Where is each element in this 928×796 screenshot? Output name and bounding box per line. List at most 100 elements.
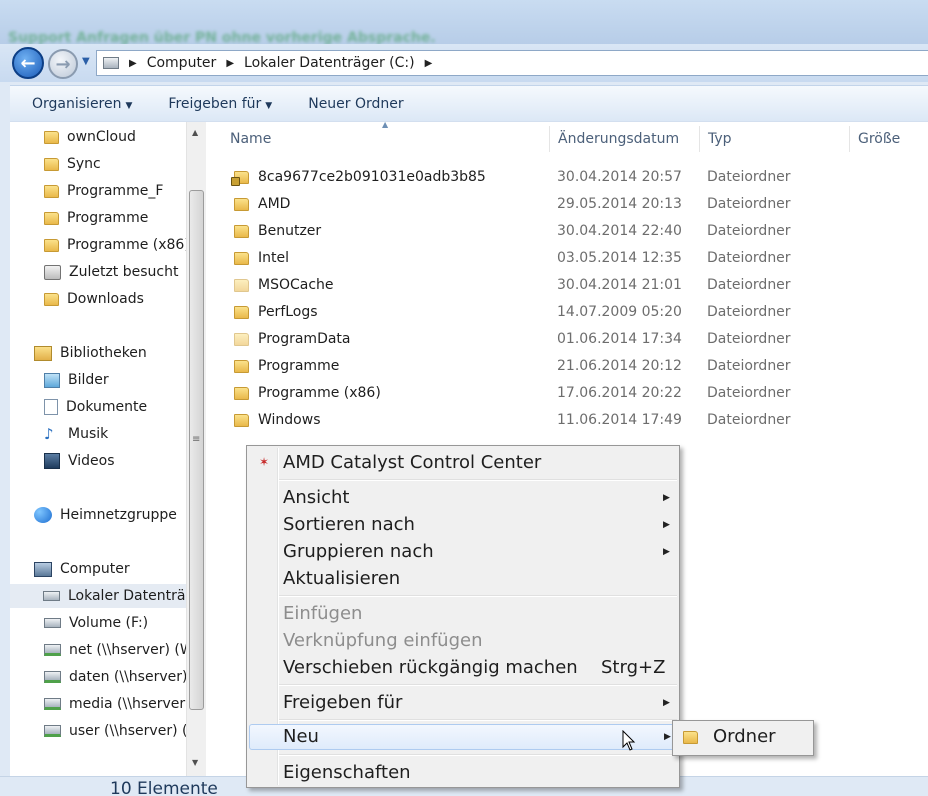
scroll-up-icon[interactable]: ▲ — [192, 128, 198, 137]
column-header-size[interactable]: Größe — [850, 126, 928, 152]
menu-item-share[interactable]: Freigeben für ▶ — [249, 690, 677, 716]
share-label: Freigeben für — [168, 95, 262, 112]
submenu-arrow-icon: ▶ — [663, 493, 670, 503]
sidebar-item-programme-x86[interactable]: Programme (x86) — [44, 233, 186, 257]
network-drive-icon — [44, 644, 61, 656]
sidebar-item-programme[interactable]: Programme — [44, 206, 148, 230]
menu-item-paste: Einfügen — [283, 603, 363, 624]
file-row[interactable]: Programme (x86) 17.06.2014 20:22 Dateiordn… — [228, 380, 828, 407]
hidden-folder-icon — [234, 279, 249, 292]
file-row[interactable]: MSOCache 30.04.2014 21:01 Dateiordner — [228, 272, 828, 299]
column-header-type[interactable]: Typ — [700, 126, 850, 152]
folder-icon — [44, 184, 59, 198]
new-folder-button[interactable]: Neuer Ordner — [308, 96, 403, 112]
scroll-down-icon[interactable]: ▼ — [192, 758, 198, 767]
folder-icon — [234, 306, 249, 319]
menu-item-refresh[interactable]: Aktualisieren — [249, 566, 677, 592]
sidebar-item-documents[interactable]: Dokumente — [44, 395, 147, 419]
context-menu: ✶ AMD Catalyst Control Center Ansicht ▶ So… — [246, 445, 680, 788]
menu-item-new[interactable]: Neu ▶ — [249, 724, 677, 750]
sidebar-item-programme-f[interactable]: Programme_F — [44, 179, 163, 203]
column-header-date[interactable]: Änderungsdatum — [550, 126, 700, 152]
file-row[interactable]: ProgramData 01.06.2014 17:34 Dateiordner — [228, 326, 828, 353]
file-date: 30.04.2014 21:01 — [557, 277, 682, 293]
navigation-pane: ownCloud Sync Programme_F Programme Prog… — [10, 122, 186, 776]
back-button[interactable]: ← — [12, 47, 44, 79]
sidebar-item-media-drive[interactable]: media (\\hserver) (Y:) — [44, 692, 186, 716]
sidebar-item-recent-places[interactable]: Zuletzt besucht — [44, 260, 178, 284]
folder-icon — [234, 225, 249, 238]
folder-icon — [44, 211, 59, 225]
sidebar-item-sync[interactable]: Sync — [44, 152, 101, 176]
file-row[interactable]: PerfLogs 14.07.2009 05:20 Dateiordner — [228, 299, 828, 326]
file-row[interactable]: 8ca9677ce2b091031e0adb3b85 30.04.2014 20:… — [228, 164, 828, 191]
sidebar-item-music[interactable]: ♪ Musik — [44, 422, 108, 446]
arrow-left-icon: ← — [20, 52, 36, 74]
sidebar-item-homegroup[interactable]: Heimnetzgruppe — [34, 503, 177, 527]
sidebar-item-user-drive[interactable]: user (\\hserver) (Z:) — [44, 719, 186, 743]
column-header-name[interactable]: Name — [222, 126, 550, 152]
submenu-arrow-icon: ▶ — [664, 732, 671, 742]
sidebar-item-pictures[interactable]: Bilder — [44, 368, 109, 392]
menu-separator — [279, 479, 677, 481]
sidebar-item-volume-f[interactable]: Volume (F:) — [44, 611, 148, 635]
sidebar-item-videos[interactable]: Videos — [44, 449, 115, 473]
sidebar-item-daten-drive[interactable]: daten (\\hserver) (X:) — [44, 665, 186, 689]
breadcrumb-separator-icon[interactable]: ▶ — [425, 58, 433, 69]
file-date: 30.04.2014 20:57 — [557, 169, 682, 185]
sidebar-item-label: Programme — [67, 210, 149, 226]
folder-icon — [234, 360, 249, 373]
local-drive-icon — [43, 591, 60, 601]
sidebar-item-label: ownCloud — [67, 129, 136, 145]
sidebar-item-libraries[interactable]: Bibliotheken — [34, 341, 147, 365]
submenu-arrow-icon: ▶ — [663, 698, 670, 708]
menu-item-view[interactable]: Ansicht ▶ — [249, 485, 677, 511]
file-name: MSOCache — [258, 277, 334, 293]
file-row[interactable]: Benutzer 30.04.2014 22:40 Dateiordner — [228, 218, 828, 245]
breadcrumb-separator-icon[interactable]: ▶ — [129, 58, 137, 69]
file-date: 01.06.2014 17:34 — [557, 331, 682, 347]
menu-item-group-by[interactable]: Gruppieren nach ▶ — [249, 539, 677, 565]
sidebar-item-computer[interactable]: Computer — [34, 557, 130, 581]
file-name: Benutzer — [258, 223, 322, 239]
breadcrumb-computer[interactable]: Computer — [147, 55, 217, 71]
organize-button[interactable]: Organisieren ▼ — [32, 96, 132, 112]
menu-item-sort-by[interactable]: Sortieren nach ▶ — [249, 512, 677, 538]
sidebar-item-label: net (\\hserver) (W:) — [69, 642, 186, 658]
sidebar-item-label: daten (\\hserver) (X:) — [69, 669, 186, 685]
file-row[interactable]: Windows 11.06.2014 17:49 Dateiordner — [228, 407, 828, 434]
menu-item-label: Neu — [283, 726, 319, 747]
menu-item-amd-catalyst[interactable]: ✶ AMD Catalyst Control Center — [249, 450, 677, 476]
file-date: 30.04.2014 22:40 — [557, 223, 682, 239]
file-date: 14.07.2009 05:20 — [557, 304, 682, 320]
file-type: Dateiordner — [707, 169, 791, 185]
file-row[interactable]: Programme 21.06.2014 20:12 Dateiordner — [228, 353, 828, 380]
sidebar-item-local-drive-c[interactable]: Lokaler Datenträger (C:) — [10, 584, 186, 608]
sidebar-item-net-drive[interactable]: net (\\hserver) (W:) — [44, 638, 186, 662]
menu-item-undo-move[interactable]: Verschieben rückgängig machen Strg+Z — [249, 655, 677, 681]
menu-item-properties[interactable]: Eigenschaften — [249, 760, 677, 786]
forward-button[interactable]: → — [48, 49, 78, 79]
share-button[interactable]: Freigeben für ▼ — [168, 96, 272, 112]
hidden-folder-icon — [234, 333, 249, 346]
menu-item-label: Freigeben für — [283, 692, 403, 713]
submenu-item-label: Ordner — [713, 726, 776, 747]
file-date: 17.06.2014 20:22 — [557, 385, 682, 401]
history-dropdown-icon[interactable]: ▼ — [82, 56, 90, 67]
sidebar-item-downloads[interactable]: Downloads — [44, 287, 144, 311]
breadcrumb-local-drive[interactable]: Lokaler Datenträger (C:) — [244, 55, 415, 71]
sidebar-item-label: Lokaler Datenträger (C:) — [68, 588, 186, 604]
sidebar-item-label: Heimnetzgruppe — [60, 507, 177, 523]
sidebar-item-owncloud[interactable]: ownCloud — [44, 125, 136, 149]
folder-icon — [44, 130, 59, 144]
sidebar-scrollbar[interactable]: ▲ ≡ ▼ — [186, 122, 206, 776]
sidebar-item-label: Volume (F:) — [69, 615, 149, 631]
breadcrumb-separator-icon[interactable]: ▶ — [226, 58, 234, 69]
drive-icon — [44, 618, 61, 628]
address-bar[interactable]: ▶ Computer ▶ Lokaler Datenträger (C:) ▶ — [96, 50, 928, 76]
menu-separator — [279, 719, 677, 721]
file-row[interactable]: AMD 29.05.2014 20:13 Dateiordner — [228, 191, 828, 218]
scrollbar-thumb[interactable] — [189, 190, 204, 710]
menu-item-label: Sortieren nach — [283, 514, 415, 535]
file-row[interactable]: Intel 03.05.2014 12:35 Dateiordner — [228, 245, 828, 272]
